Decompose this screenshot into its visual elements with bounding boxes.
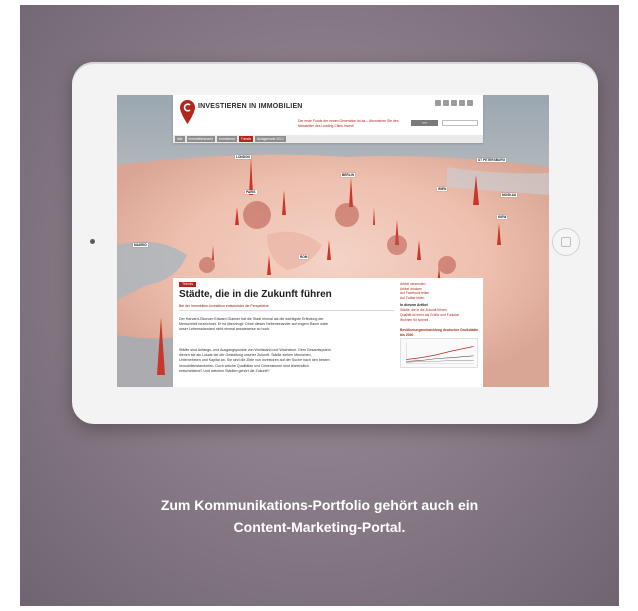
tablet-screen: LONDON PARIS BERLIN WIEN MOSKAU KIEW MAD… (117, 95, 549, 387)
site-header: INVESTIEREN IN IMMOBILIEN Der erste Fond… (173, 95, 483, 143)
population-chart-thumbnail[interactable] (400, 337, 478, 368)
chart-title: Bevölkerungsentwicklung deutscher Großst… (400, 328, 479, 337)
social-icon[interactable] (459, 100, 465, 106)
caption: Zum Kommunikations-Portfolio gehört auch… (20, 494, 619, 538)
city-label-rom: ROM (299, 255, 309, 259)
caption-line-2: Content-Marketing-Portal. (233, 519, 406, 535)
logo-icon (180, 100, 195, 124)
article-paragraph: Der Harvard-Ökonom Edward Glaeser hat di… (179, 317, 329, 332)
article-sidebar: Artikel versenden Artikel drucken Auf Fa… (400, 282, 480, 373)
search-input[interactable] (442, 120, 478, 126)
social-icon[interactable] (435, 100, 441, 106)
nav-tab-immobilienmarkt[interactable]: Immobilienmarkt (186, 136, 215, 142)
nav-tab-alle[interactable]: Alle (175, 136, 185, 142)
city-label-berlin: BERLIN (341, 173, 355, 177)
social-icons (435, 100, 473, 106)
city-label-st-petersburg: ST PETERSBURG (477, 158, 507, 162)
article-panel: Trends Städte, die in die Zukunft führen… (173, 278, 483, 387)
article-headline: Städte, die in die Zukunft führen (179, 289, 332, 300)
home-button[interactable] (552, 228, 580, 256)
social-icon[interactable] (443, 100, 449, 106)
promo-text[interactable]: Der erste Fonds der neuen Generation ist… (298, 119, 408, 128)
city-label-paris: PARIS (245, 190, 257, 194)
camera-icon (90, 239, 95, 244)
toc-link[interactable]: Wohnen für schnell (400, 318, 480, 323)
logo-text[interactable]: INVESTIEREN IN IMMOBILIEN (198, 103, 303, 110)
social-icon[interactable] (467, 100, 473, 106)
city-label-kiew: KIEW (497, 215, 508, 219)
promo-button[interactable]: ››››› (411, 120, 438, 126)
city-label-london: LONDON (235, 155, 251, 159)
nav-tab-investment[interactable]: Investment (216, 136, 237, 142)
city-label-wien: WIEN (437, 187, 448, 191)
article-paragraph: Städte sind Anfangs- und Ausgangspunkte … (179, 348, 331, 373)
category-tag[interactable]: Trends (179, 282, 197, 287)
nav-tab-anlagemarkt[interactable]: Anlagemarkt 2012 (254, 136, 286, 142)
nav-bar: Alle Immobilienmarkt Investment Trends A… (173, 135, 483, 143)
background-panel: LONDON PARIS BERLIN WIEN MOSKAU KIEW MAD… (20, 5, 619, 606)
tablet-frame: LONDON PARIS BERLIN WIEN MOSKAU KIEW MAD… (72, 62, 598, 424)
caption-line-1: Zum Kommunikations-Portfolio gehört auch… (160, 497, 479, 513)
social-icon[interactable] (451, 100, 457, 106)
nav-tab-trends[interactable]: Trends (238, 136, 253, 142)
article-subline: Bei der Immobilien-Investition entscheid… (179, 304, 394, 311)
city-label-madrid: MADRID (133, 243, 148, 247)
city-label-moskau: MOSKAU (501, 193, 518, 197)
twitter-share-link[interactable]: Auf Twitter teilen (400, 296, 480, 301)
